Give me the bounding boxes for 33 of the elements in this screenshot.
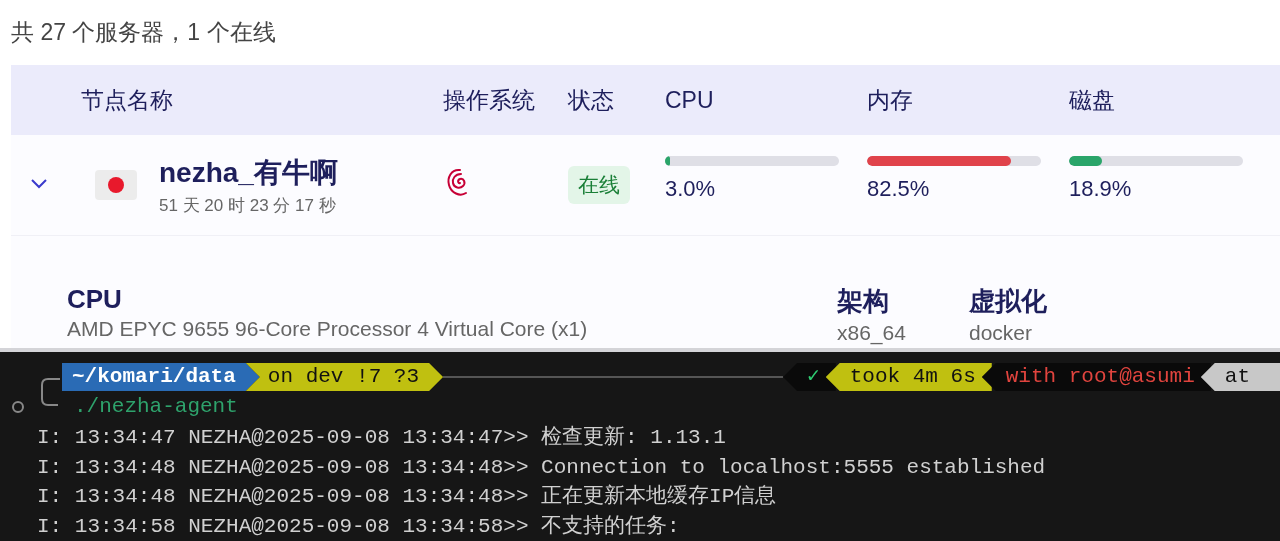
column-header: 磁盘 (1069, 85, 1116, 115)
detail-label: CPU (67, 284, 122, 315)
usage-percent: 18.9% (1069, 176, 1133, 202)
log-line: I: 13:34:47 NEZHA@2025-09-08 13:34:47>> 检查更新: 1.13.1 (37, 424, 727, 451)
chevron-down-icon[interactable] (29, 176, 49, 190)
column-header: 操作系统 (443, 85, 536, 115)
command-text: ./nezha-agent (73, 394, 239, 420)
prompt-marker-icon (12, 401, 24, 413)
uptime-text: 51 天 20 时 23 分 17 秒 (159, 194, 337, 217)
detail-value: AMD EPYC 9655 96-Core Processor 4 Virtual Core (x1) (67, 317, 588, 341)
column-header: CPU (665, 86, 715, 114)
flag-icon (95, 170, 137, 200)
detail-value: docker (969, 321, 1033, 345)
usage-percent: 82.5% (867, 176, 931, 202)
log-line: I: 13:34:48 NEZHA@2025-09-08 13:34:48>> Connection to localhost:5555 established (37, 454, 1047, 481)
detail-value: x86_64 (837, 321, 906, 345)
prompt-user-segment: with root@asumi (981, 363, 1211, 391)
server-count-text: 共 27 个服务器，1 个在线 (11, 19, 276, 45)
column-header: 状态 (568, 85, 615, 115)
status-badge: 在线 (568, 166, 630, 204)
detail-label: 架构 (837, 285, 889, 318)
column-header: 节点名称 (81, 85, 174, 115)
prompt-time-segment: at (1200, 363, 1280, 391)
usage-percent: 3.0% (665, 176, 717, 202)
prompt-bracket-icon (41, 378, 61, 406)
server-name: nezha_有牛啊 (159, 155, 338, 190)
log-line: I: 13:34:58 NEZHA@2025-09-08 13:34:58>> 不支持的任务: (37, 513, 681, 540)
prompt-path-segment: ~/komari/data (62, 363, 260, 391)
detail-label: 虚拟化 (969, 285, 1047, 318)
log-line: I: 13:34:48 NEZHA@2025-09-08 13:34:48>> 正在更新本地缓存IP信息 (37, 483, 778, 511)
column-header: 内存 (867, 85, 914, 115)
prompt-git-segment: on dev !7 ?3 (245, 363, 444, 391)
prompt-duration-segment: took 4m 6s (825, 363, 992, 391)
